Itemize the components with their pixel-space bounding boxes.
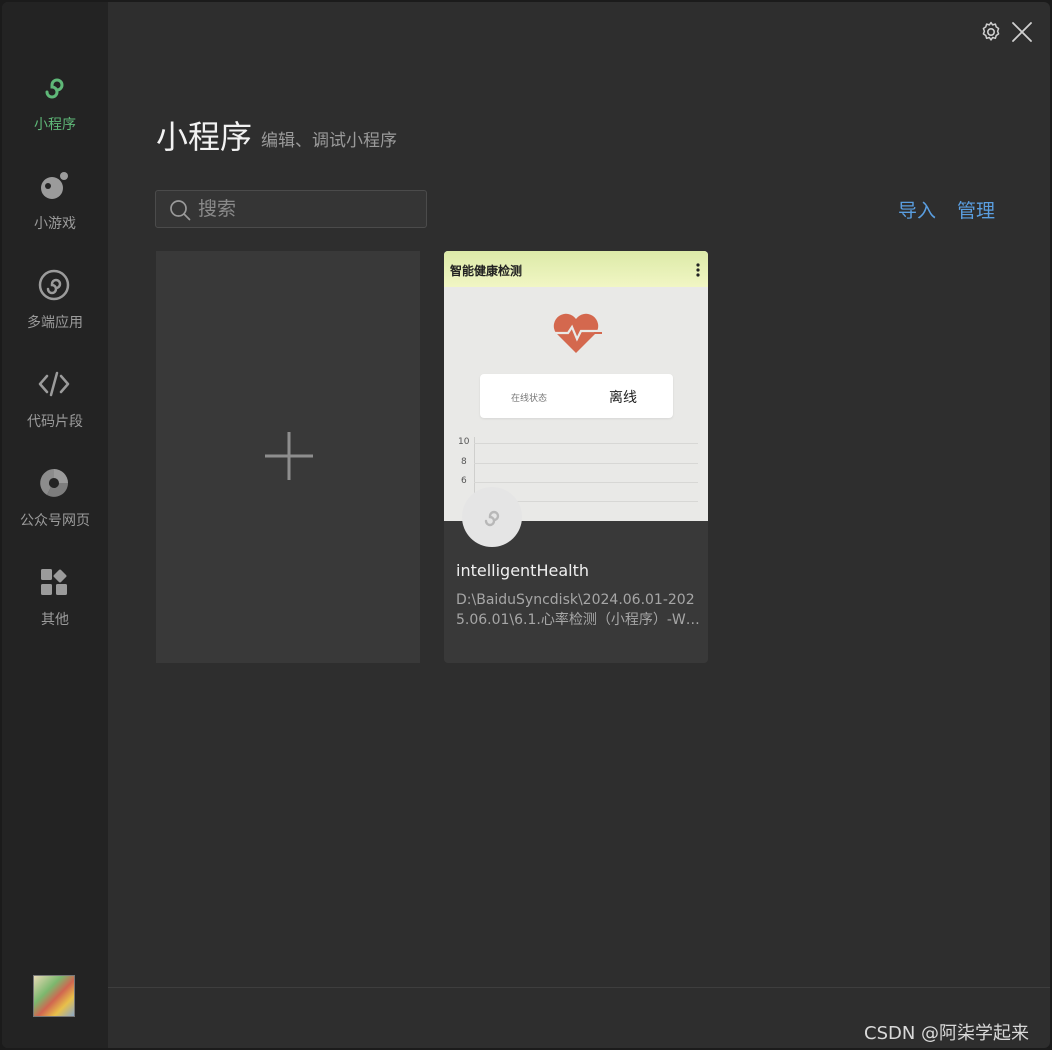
- search-icon: [170, 200, 191, 221]
- heart-icon: [553, 313, 602, 353]
- mini-program-logo-icon: [484, 510, 500, 527]
- app-window: 小程序 小游戏 多端应用 代码片段 公众号网页 其他 小程序 编辑、调试小程序 …: [2, 2, 1050, 1048]
- search-box[interactable]: [155, 190, 427, 228]
- page-title: 小程序: [156, 118, 253, 156]
- tick-label: 6: [461, 476, 467, 486]
- other-apps-icon: [41, 569, 67, 595]
- tick-label: 8: [461, 457, 467, 467]
- watermark: CSDN @阿柒学起来: [864, 1023, 1030, 1044]
- gear-icon[interactable]: [979, 20, 1003, 44]
- sidebar-item-label: 多端应用: [27, 315, 83, 331]
- gridline: [474, 482, 698, 483]
- sidebar-item-official-account[interactable]: 公众号网页: [2, 466, 108, 546]
- search-input[interactable]: [198, 195, 418, 223]
- sidebar-item-label: 小游戏: [34, 216, 76, 232]
- new-project-card[interactable]: [156, 251, 420, 663]
- sidebar-item-code-snippet[interactable]: 代码片段: [2, 367, 108, 447]
- status-box: 在线状态 离线: [480, 374, 673, 418]
- page-subtitle: 编辑、调试小程序: [261, 131, 397, 151]
- manage-link[interactable]: 管理: [957, 196, 995, 223]
- sidebar-item-label: 代码片段: [27, 414, 83, 430]
- project-name: intelligentHealth: [456, 561, 589, 580]
- sidebar-item-other[interactable]: 其他: [2, 565, 108, 645]
- sidebar-item-mini-program[interactable]: 小程序: [2, 70, 108, 150]
- sidebar-item-mini-game[interactable]: 小游戏: [2, 169, 108, 249]
- sidebar-item-multi-platform[interactable]: 多端应用: [2, 268, 108, 348]
- sidebar-item-label: 小程序: [34, 117, 76, 133]
- gridline: [474, 443, 698, 444]
- sidebar: 小程序 小游戏 多端应用 代码片段 公众号网页 其他: [2, 2, 108, 1048]
- status-value: 离线: [609, 390, 637, 406]
- project-path: D:\BaiduSyncdisk\2024.06.01-2025.06.01\6…: [456, 592, 695, 628]
- more-menu-icon: [696, 263, 700, 277]
- project-card[interactable]: 智能健康检测 在线状态 离线 10 8 6 intelligentHealth …: [444, 251, 708, 663]
- tick-label: 10: [458, 437, 470, 447]
- preview-title: 智能健康检测: [450, 264, 523, 278]
- import-link[interactable]: 导入: [898, 196, 936, 223]
- project-preview: 智能健康检测 在线状态 离线 10 8 6: [444, 251, 708, 521]
- status-label: 在线状态: [511, 394, 548, 404]
- divider: [108, 987, 1050, 988]
- sidebar-item-label: 其他: [41, 612, 69, 628]
- app-logo: [462, 487, 522, 547]
- plus-icon: [265, 432, 313, 480]
- official-account-icon: [40, 469, 68, 497]
- preview-header: 智能健康检测: [444, 251, 708, 287]
- code-icon: [38, 371, 70, 397]
- mini-program-icon: [45, 78, 64, 99]
- gridline: [474, 463, 698, 464]
- sidebar-item-label: 公众号网页: [20, 513, 90, 529]
- user-avatar[interactable]: [33, 975, 75, 1017]
- multi-platform-icon: [38, 269, 70, 301]
- mini-game-icon: [41, 172, 68, 199]
- close-icon[interactable]: [1010, 20, 1034, 44]
